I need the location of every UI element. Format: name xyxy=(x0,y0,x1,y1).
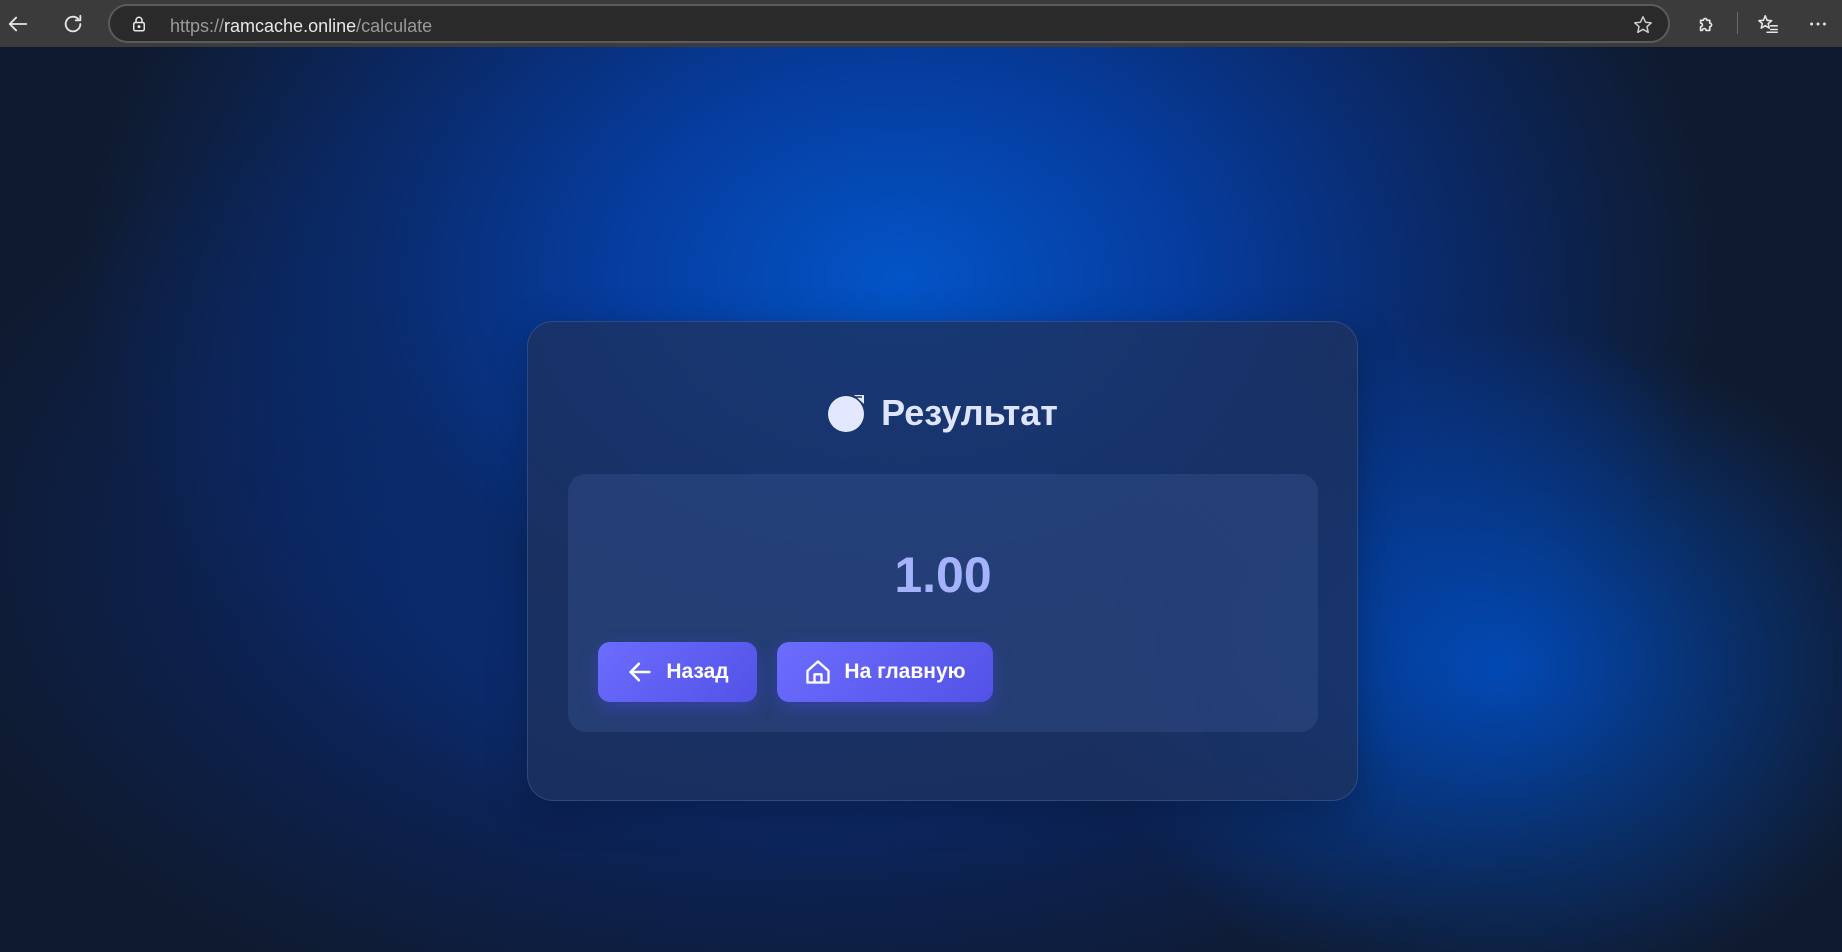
back-button-label: Назад xyxy=(666,660,729,683)
extensions-button[interactable] xyxy=(1689,6,1725,42)
favorites-list-icon xyxy=(1758,14,1778,34)
home-icon xyxy=(806,660,831,684)
home-button[interactable]: На главную xyxy=(777,642,993,702)
result-icon xyxy=(828,395,865,432)
result-panel: 1.00 Назад На главную xyxy=(568,474,1318,732)
more-icon xyxy=(1810,22,1826,26)
more-button[interactable] xyxy=(1800,6,1836,42)
url-path: /calculate xyxy=(356,16,433,36)
arrow-left-icon xyxy=(8,16,28,32)
result-card: Результат 1.00 Назад На главную xyxy=(527,321,1358,801)
lock-icon[interactable] xyxy=(130,15,148,33)
favorites-button[interactable] xyxy=(1750,6,1786,42)
reload-icon xyxy=(64,14,82,33)
toolbar-divider xyxy=(1737,12,1738,34)
back-nav-button[interactable]: Назад xyxy=(598,642,757,702)
home-button-label: На главную xyxy=(844,660,966,683)
reload-button[interactable] xyxy=(55,6,91,42)
arrow-left-icon xyxy=(629,662,651,682)
back-button[interactable] xyxy=(0,6,36,42)
url-host: ramcache.online xyxy=(224,16,357,36)
page-title: Результат xyxy=(881,392,1058,433)
puzzle-icon xyxy=(1699,17,1713,32)
page-background: Результат 1.00 Назад На главную xyxy=(0,47,1842,952)
card-header: Результат xyxy=(528,392,1357,434)
star-icon[interactable] xyxy=(1632,14,1654,36)
address-bar[interactable]: https://ramcache.online/calculate xyxy=(108,4,1670,43)
browser-toolbar: https://ramcache.online/calculate xyxy=(0,0,1842,47)
result-value: 1.00 xyxy=(894,547,992,603)
url-scheme: https:// xyxy=(170,16,225,36)
url-text[interactable]: https://ramcache.online/calculate xyxy=(170,16,432,37)
